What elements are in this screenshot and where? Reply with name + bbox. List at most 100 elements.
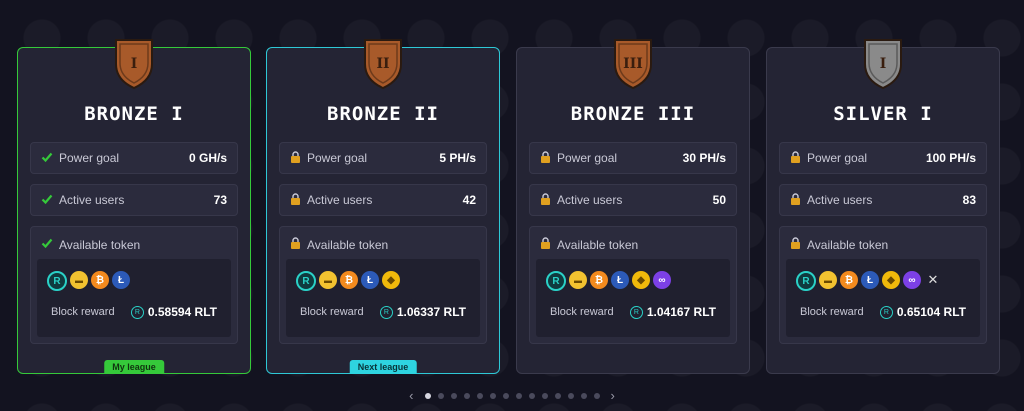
pager-dot[interactable] — [528, 392, 535, 399]
rlt-token-icon[interactable]: R — [47, 271, 67, 291]
available-token-box: Available token R ▬ ₿ Ł Block reward R 0.58… — [30, 226, 238, 344]
league-tag: My league — [104, 360, 164, 374]
available-token-box: Available token R ▬ ₿ Ł ◆ ∞ ✕ Block reward R 0… — [779, 226, 987, 344]
power-goal-label: Power goal — [307, 151, 368, 165]
block-reward-value: 0.58594 RLT — [147, 305, 217, 319]
active-users-value: 73 — [213, 193, 227, 207]
hmt-token-icon[interactable]: ▬ — [319, 271, 337, 289]
power-goal-row: Power goal 30 PH/s — [529, 142, 737, 174]
lock-icon — [790, 237, 801, 252]
pager-dot[interactable] — [437, 392, 444, 399]
token-list: R ▬ ₿ Ł ◆ — [296, 271, 400, 291]
league-card[interactable]: II BRONZE II Power goal 5 PH/s Active us… — [266, 39, 500, 374]
bnb-token-icon[interactable]: ◆ — [382, 271, 400, 289]
pager-dot[interactable] — [502, 392, 509, 399]
prev-arrow-icon[interactable]: ‹ — [409, 388, 413, 403]
power-goal-value: 30 PH/s — [682, 151, 726, 165]
lock-icon — [540, 192, 551, 208]
ltc-token-icon[interactable]: Ł — [112, 271, 130, 289]
block-reward-row: Block reward R 0.58594 RLT — [51, 305, 217, 319]
rlt-coin-icon: R — [629, 305, 643, 319]
pager-dot[interactable] — [463, 392, 470, 399]
btc-token-icon[interactable]: ₿ — [340, 271, 358, 289]
pager-dot[interactable] — [424, 392, 431, 399]
active-users-row: Active users 50 — [529, 184, 737, 216]
lock-icon — [540, 150, 551, 166]
power-goal-value: 5 PH/s — [439, 151, 476, 165]
bnb-token-icon[interactable]: ◆ — [882, 271, 900, 289]
league-shield-icon: III — [614, 39, 652, 90]
power-goal-row: Power goal 5 PH/s — [279, 142, 487, 174]
active-users-value: 50 — [712, 193, 726, 207]
available-token-label: Available token — [557, 237, 639, 252]
lock-icon — [290, 150, 301, 166]
pager-dot[interactable] — [476, 392, 483, 399]
hmt-token-icon[interactable]: ▬ — [819, 271, 837, 289]
league-card[interactable]: III BRONZE III Power goal 30 PH/s Active… — [516, 39, 750, 374]
league-name: SILVER I — [833, 103, 933, 125]
pager-dot[interactable] — [515, 392, 522, 399]
power-goal-row: Power goal 100 PH/s — [779, 142, 987, 174]
power-goal-row: Power goal 0 GH/s — [30, 142, 238, 174]
hmt-token-icon[interactable]: ▬ — [70, 271, 88, 289]
rlt-token-icon[interactable]: R — [546, 271, 566, 291]
block-reward-row: Block reward R 1.04167 RLT — [550, 305, 716, 319]
check-icon — [41, 237, 53, 252]
block-reward-value: 1.04167 RLT — [646, 305, 716, 319]
available-token-box: Available token R ▬ ₿ Ł ◆ Block reward R 1.0… — [279, 226, 487, 344]
active-users-row: Active users 83 — [779, 184, 987, 216]
hmt-token-icon[interactable]: ▬ — [569, 271, 587, 289]
league-shield-icon: I — [115, 39, 153, 90]
ltc-token-icon[interactable]: Ł — [361, 271, 379, 289]
league-card[interactable]: I SILVER I Power goal 100 PH/s Active us… — [766, 39, 1000, 374]
league-tag: Next league — [349, 360, 417, 374]
rlt-token-icon[interactable]: R — [296, 271, 316, 291]
pager-dot[interactable] — [567, 392, 574, 399]
btc-token-icon[interactable]: ₿ — [590, 271, 608, 289]
active-users-value: 83 — [962, 193, 976, 207]
active-users-value: 42 — [462, 193, 476, 207]
pager-dot[interactable] — [593, 392, 600, 399]
power-goal-value: 100 PH/s — [925, 151, 976, 165]
btc-token-icon[interactable]: ₿ — [840, 271, 858, 289]
pager-dot[interactable] — [541, 392, 548, 399]
svg-text:I: I — [880, 56, 887, 72]
lock-icon — [290, 192, 301, 208]
check-icon — [41, 193, 53, 208]
block-reward-label: Block reward — [51, 306, 115, 318]
btc-token-icon[interactable]: ₿ — [91, 271, 109, 289]
svg-text:I: I — [131, 56, 138, 72]
rlt-coin-icon: R — [379, 305, 393, 319]
check-icon — [41, 151, 53, 166]
next-arrow-icon[interactable]: › — [611, 388, 615, 403]
league-card[interactable]: I BRONZE I Power goal 0 GH/s Active user… — [17, 39, 251, 374]
league-name: BRONZE III — [570, 103, 696, 125]
rlt-coin-icon: R — [879, 305, 893, 319]
token-list: R ▬ ₿ Ł ◆ ∞ — [546, 271, 671, 291]
league-name: BRONZE I — [84, 103, 184, 125]
power-goal-label: Power goal — [59, 151, 120, 165]
ltc-token-icon[interactable]: Ł — [611, 271, 629, 289]
power-goal-label: Power goal — [557, 151, 618, 165]
league-name: BRONZE II — [327, 103, 439, 125]
block-reward-value: 1.06337 RLT — [396, 305, 466, 319]
block-reward-row: Block reward R 1.06337 RLT — [300, 305, 466, 319]
pol-token-icon[interactable]: ∞ — [903, 271, 921, 289]
active-users-label: Active users — [59, 193, 125, 207]
lock-icon — [540, 237, 551, 252]
ltc-token-icon[interactable]: Ł — [861, 271, 879, 289]
pager-dot[interactable] — [450, 392, 457, 399]
bnb-token-icon[interactable]: ◆ — [632, 271, 650, 289]
active-users-label: Active users — [807, 193, 873, 207]
token-list: R ▬ ₿ Ł ◆ ∞ ✕ — [796, 271, 942, 291]
block-reward-row: Block reward R 0.65104 RLT — [800, 305, 966, 319]
pol-token-icon[interactable]: ∞ — [653, 271, 671, 289]
pager-dot[interactable] — [580, 392, 587, 399]
available-token-label: Available token — [59, 237, 141, 252]
token-list: R ▬ ₿ Ł — [47, 271, 130, 291]
pager-dot[interactable] — [489, 392, 496, 399]
x-token-icon[interactable]: ✕ — [924, 271, 942, 289]
rlt-token-icon[interactable]: R — [796, 271, 816, 291]
pager-dot[interactable] — [554, 392, 561, 399]
active-users-row: Active users 42 — [279, 184, 487, 216]
